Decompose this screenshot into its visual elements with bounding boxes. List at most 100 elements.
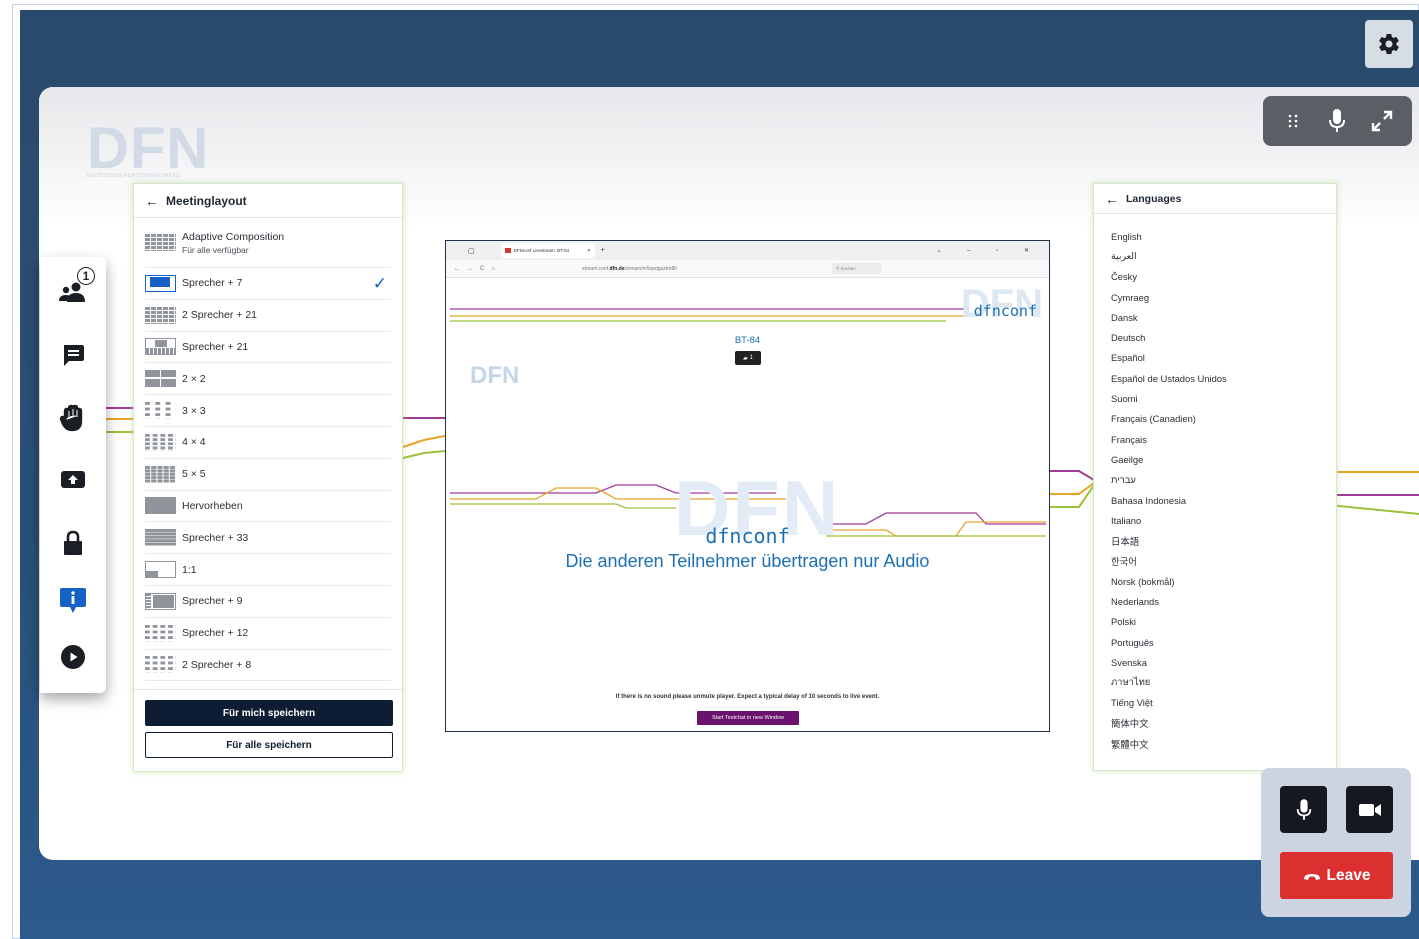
layout-option-label: 2 Sprecher + 21 [182, 309, 258, 322]
browser-tabbar: ▢ DFNconf Livestream: BT-84 ✕ + ⌄ – ▫ ✕ [446, 241, 1049, 260]
close-icon: ✕ [586, 247, 591, 253]
language-option[interactable]: Česky [1111, 267, 1319, 287]
camera-off-badge: ▰ 1 [735, 351, 761, 365]
language-option[interactable]: العربية [1111, 246, 1319, 266]
language-list: English العربية Česky Cymraeg Dansk Deut… [1094, 214, 1336, 754]
language-option[interactable]: Dansk [1111, 307, 1319, 327]
language-option[interactable]: ภาษาไทย [1111, 673, 1319, 693]
language-option[interactable]: Nederlands [1111, 591, 1319, 611]
raise-hand-button[interactable] [51, 396, 95, 440]
layout-thumb [145, 465, 176, 483]
layout-option-label: Adaptive Composition [182, 230, 285, 243]
save-for-all-button[interactable]: Für alle speichern [145, 732, 393, 758]
language-option[interactable]: Tiếng Việt [1111, 693, 1319, 713]
language-option[interactable]: 日本語 [1111, 530, 1319, 550]
layout-thumb [145, 433, 176, 451]
language-option[interactable]: 한국어 [1111, 551, 1319, 571]
microphone-icon [1329, 109, 1346, 132]
layout-panel-title: Meetinglayout [166, 193, 247, 208]
layout-option-speaker-12[interactable]: Sprecher + 12 [145, 618, 391, 650]
layout-thumb [145, 592, 176, 610]
language-option[interactable]: Polski [1111, 612, 1319, 632]
layout-option-label: 3 × 3 [182, 404, 206, 417]
layout-thumb [145, 624, 176, 642]
layout-option-1-1[interactable]: 1:1 [145, 554, 391, 586]
layout-option-2-speaker-21[interactable]: 2 Sprecher + 21 [145, 300, 391, 332]
expand-icon [1371, 110, 1393, 132]
language-option[interactable]: 繁體中文 [1111, 733, 1319, 753]
dfn-logo-subtext: DEUTSCHES FORSCHUNGSNETZ [87, 173, 180, 179]
browser-url: stream.conf.dfn.de/stream/m5opdguztm8h [582, 266, 762, 272]
language-option[interactable]: עברית [1111, 470, 1319, 490]
layout-option-label: 1:1 [182, 563, 197, 576]
layout-option-3x3[interactable]: 3 × 3 [145, 395, 391, 427]
language-option[interactable]: 簡体中文 [1111, 713, 1319, 733]
layout-option-speaker-21[interactable]: Sprecher + 21 [145, 332, 391, 364]
screen-share-icon [61, 471, 85, 488]
language-option[interactable]: Suomi [1111, 388, 1319, 408]
meeting-layout-panel: ← Meetinglayout Adaptive Composition Für… [133, 183, 403, 772]
layout-option-2x2[interactable]: 2 × 2 [145, 363, 391, 396]
layout-option-2-speaker-8[interactable]: 2 Sprecher + 8 [145, 650, 391, 682]
play-icon [61, 645, 85, 669]
chat-button[interactable] [51, 333, 95, 377]
phone-hangup-icon [1303, 868, 1321, 884]
layout-option-adaptive[interactable]: Adaptive Composition Für alle verfügbar [145, 218, 391, 268]
lock-icon [64, 530, 82, 555]
language-option[interactable]: Italiano [1111, 510, 1319, 530]
layout-option-speaker-9[interactable]: Sprecher + 9 [145, 586, 391, 618]
language-option[interactable]: English [1111, 226, 1319, 246]
language-option[interactable]: Cymraeg [1111, 287, 1319, 307]
info-button[interactable] [51, 579, 95, 623]
lock-button[interactable] [51, 521, 95, 565]
language-option[interactable]: Deutsch [1111, 327, 1319, 347]
audio-only-message: Die anderen Teilnehmer übertragen nur Au… [565, 551, 930, 571]
info-icon [60, 588, 86, 613]
layout-panel-header[interactable]: ← Meetinglayout [134, 184, 402, 218]
language-option[interactable]: Svenska [1111, 652, 1319, 672]
layout-option-5x5[interactable]: 5 × 5 [145, 459, 391, 491]
microphone-icon [1296, 798, 1311, 820]
back-arrow-icon[interactable]: ← [1105, 191, 1119, 207]
language-option[interactable]: Bahasa Indonesia [1111, 490, 1319, 510]
sidebar-rail: 1 [40, 257, 106, 693]
language-option[interactable]: Español [1111, 348, 1319, 368]
language-option[interactable]: Español de Ustados Unidos [1111, 368, 1319, 388]
screen-share-button[interactable] [51, 458, 95, 502]
layout-option-speaker-7[interactable]: Sprecher + 7 ✓ [145, 268, 391, 300]
layout-option-speaker-33[interactable]: Sprecher + 33 [145, 522, 391, 555]
fullscreen-button[interactable] [1362, 101, 1402, 141]
layout-option-4x4[interactable]: 4 × 4 [145, 427, 391, 459]
layout-option-highlight[interactable]: Hervorheben [145, 491, 391, 523]
top-mic-button[interactable] [1317, 101, 1357, 141]
layout-thumb [145, 234, 176, 251]
drag-handle-icon [1288, 114, 1298, 128]
settings-button[interactable] [1365, 20, 1413, 68]
stream-brand-top: dfnconf [973, 302, 1037, 320]
layout-panel-footer: Für mich speichern Für alle speichern [134, 689, 402, 771]
save-for-me-button[interactable]: Für mich speichern [145, 700, 393, 726]
drag-handle[interactable] [1273, 101, 1313, 141]
layout-option-label: Hervorheben [182, 499, 243, 512]
play-button[interactable] [51, 635, 95, 679]
language-option[interactable]: Português [1111, 632, 1319, 652]
leave-button[interactable]: Leave [1280, 852, 1393, 899]
checkmark-icon: ✓ [372, 274, 387, 293]
browser-search-placeholder: Suchen [840, 266, 856, 271]
layout-option-label: 2 Sprecher + 8 [182, 658, 252, 671]
layout-thumb [145, 529, 176, 547]
languages-panel-header[interactable]: ← Languages [1094, 184, 1336, 214]
language-option[interactable]: Français [1111, 429, 1319, 449]
language-option[interactable]: Gaeilge [1111, 449, 1319, 469]
back-arrow-icon[interactable]: ← [145, 193, 159, 209]
start-textchat-button[interactable]: Start Textchat in new Window [697, 711, 799, 725]
layout-list: Adaptive Composition Für alle verfügbar … [134, 218, 402, 682]
language-option[interactable]: Norsk (bokmål) [1111, 571, 1319, 591]
camera-button[interactable] [1346, 786, 1393, 833]
layout-option-label: Sprecher + 33 [182, 531, 249, 544]
mic-button[interactable] [1280, 786, 1327, 833]
stream-logo-small: DFN [470, 362, 520, 389]
url-domain: dfn.de [609, 265, 625, 272]
participants-button[interactable]: 1 [51, 267, 95, 313]
language-option[interactable]: Français (Canadien) [1111, 409, 1319, 429]
